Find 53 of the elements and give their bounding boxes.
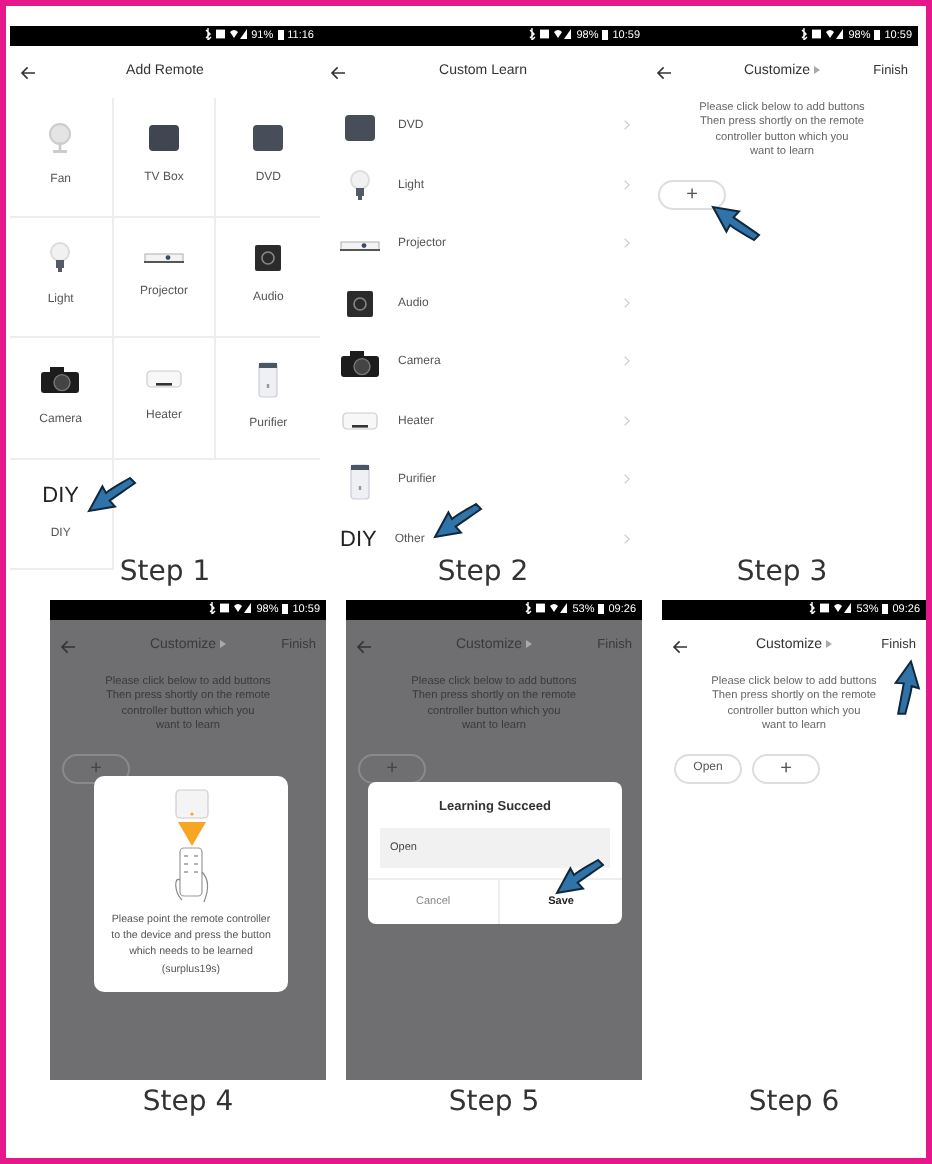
battery-icon xyxy=(874,29,881,40)
status-icons xyxy=(208,602,253,615)
step-caption: Step 1 xyxy=(117,558,213,586)
heater-icon xyxy=(145,369,182,390)
battery-icon xyxy=(602,29,609,40)
fan-icon xyxy=(46,122,75,155)
status-icons xyxy=(524,602,569,615)
tv-box-icon xyxy=(147,124,180,153)
speaker-icon xyxy=(346,290,374,319)
back-button[interactable] xyxy=(330,65,346,79)
caret-icon xyxy=(814,65,821,74)
light-bulb-icon xyxy=(50,242,71,275)
projector-icon xyxy=(340,237,380,254)
projector-icon xyxy=(143,250,184,267)
remote-key-button[interactable]: + xyxy=(752,754,820,785)
battery-icon xyxy=(882,603,889,614)
speaker-icon xyxy=(254,244,283,273)
dvd-player-icon xyxy=(344,113,376,142)
heater-icon xyxy=(342,412,378,433)
remote-key-button[interactable]: + xyxy=(658,180,726,211)
chevron-right-icon xyxy=(624,356,630,367)
chevron-right-icon xyxy=(624,474,630,485)
step-caption: Step 4 xyxy=(140,1088,236,1116)
status-icons xyxy=(800,28,845,41)
step-caption: Step 5 xyxy=(446,1088,542,1116)
chevron-right-icon xyxy=(624,415,630,426)
back-button[interactable] xyxy=(672,639,688,653)
caret-icon xyxy=(526,639,533,648)
chevron-right-icon xyxy=(624,179,630,190)
light-bulb-icon xyxy=(350,170,370,203)
battery-icon xyxy=(598,603,605,614)
status-icons xyxy=(808,602,853,615)
dvd-player-icon xyxy=(252,124,285,153)
chevron-right-icon xyxy=(624,297,630,308)
camera-icon xyxy=(40,365,81,394)
diy-icon: DIY xyxy=(340,529,377,552)
purifier-icon xyxy=(350,463,370,500)
battery-icon xyxy=(282,603,289,614)
caret-icon xyxy=(220,639,227,648)
purifier-icon xyxy=(258,361,279,398)
step-caption: Step 6 xyxy=(746,1088,842,1116)
chevron-right-icon xyxy=(624,238,630,249)
chevron-right-icon xyxy=(624,533,630,544)
battery-icon xyxy=(277,29,284,40)
caret-icon xyxy=(826,639,833,648)
status-icons xyxy=(528,28,573,41)
back-button[interactable] xyxy=(20,65,36,79)
step-caption: Step 3 xyxy=(734,558,830,586)
status-icons xyxy=(203,28,248,41)
diy-icon: DIY xyxy=(42,485,79,508)
chevron-right-icon xyxy=(624,120,630,131)
back-button[interactable] xyxy=(656,65,672,79)
camera-icon xyxy=(340,349,380,378)
